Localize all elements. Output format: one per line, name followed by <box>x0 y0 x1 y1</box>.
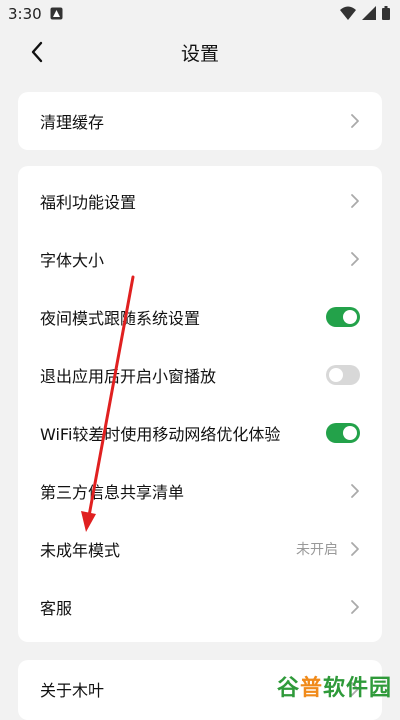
row-label: 夜间模式跟随系统设置 <box>40 309 201 328</box>
page-title: 设置 <box>180 43 219 65</box>
row-font-size[interactable]: 字体大小 <box>18 230 382 288</box>
row-third-party-list[interactable]: 第三方信息共享清单 <box>18 462 382 520</box>
chevron-right-icon <box>351 542 359 556</box>
row-label: 字体大小 <box>40 251 105 270</box>
chevron-right-icon <box>351 114 359 128</box>
notification-icon <box>50 7 63 20</box>
night-mode-toggle[interactable] <box>326 307 360 327</box>
chevron-right-icon <box>351 600 359 614</box>
mini-window-toggle[interactable] <box>326 365 360 385</box>
wifi-mobile-toggle[interactable] <box>326 423 360 443</box>
row-mini-window: 退出应用后开启小窗播放 <box>18 346 382 404</box>
toggle-knob <box>343 426 357 440</box>
row-welfare-settings[interactable]: 福利功能设置 <box>18 172 382 230</box>
chevron-right-icon <box>351 194 359 208</box>
watermark-logo: 谷普软件园 <box>277 670 392 702</box>
watermark-part3: 软件园 <box>322 676 392 701</box>
toggle-knob <box>329 368 343 382</box>
row-wifi-mobile: WiFi较差时使用移动网络优化体验 <box>18 404 382 462</box>
settings-card-main: 福利功能设置 字体大小 夜间模式跟随系统设置 退出应用后开启小窗播放 WiFi较… <box>18 166 382 642</box>
row-label: 清理缓存 <box>40 113 105 132</box>
toggle-knob <box>343 310 357 324</box>
status-icons <box>340 6 390 20</box>
watermark-part2: 普 <box>299 676 323 701</box>
row-label: 福利功能设置 <box>40 193 137 212</box>
row-clear-cache[interactable]: 清理缓存 <box>18 92 382 150</box>
title-bar: 设置 <box>0 28 400 76</box>
minor-mode-status: 未开启 <box>296 542 338 558</box>
row-label: 退出应用后开启小窗播放 <box>40 367 217 386</box>
row-label: 未成年模式 <box>40 541 121 560</box>
battery-icon <box>382 6 390 20</box>
settings-card-cache: 清理缓存 <box>18 92 382 150</box>
watermark-part1: 谷 <box>276 676 300 701</box>
status-bar: 3:30 <box>0 0 400 28</box>
chevron-right-icon <box>351 484 359 498</box>
row-minor-mode[interactable]: 未成年模式 未开启 <box>18 520 382 578</box>
status-time: 3:30 <box>8 5 42 23</box>
row-label: 第三方信息共享清单 <box>40 483 185 502</box>
signal-icon <box>362 6 376 20</box>
row-night-mode: 夜间模式跟随系统设置 <box>18 288 382 346</box>
row-label: 客服 <box>40 599 73 618</box>
wifi-icon <box>340 6 356 20</box>
row-label: WiFi较差时使用移动网络优化体验 <box>40 425 281 444</box>
row-customer-service[interactable]: 客服 <box>18 578 382 636</box>
chevron-right-icon <box>351 252 359 266</box>
